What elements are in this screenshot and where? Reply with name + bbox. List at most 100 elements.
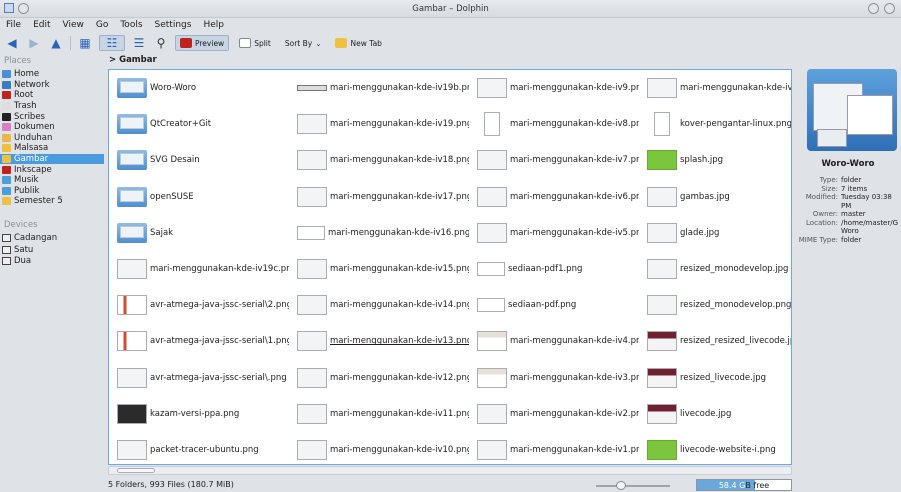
file-item[interactable]: livecode-website-i.png — [639, 432, 791, 464]
place-item[interactable]: Malsasa — [0, 143, 104, 154]
breadcrumb-current[interactable]: Gambar — [119, 55, 157, 65]
horizontal-scrollbar[interactable] — [108, 466, 792, 475]
file-item[interactable]: mari-menggunakan-kde-iv14.png — [289, 287, 469, 323]
folder-item[interactable]: SVG Desain — [109, 142, 289, 178]
device-item[interactable]: Cadangan — [0, 233, 104, 245]
information-panel: Woro-Woro Type: folder Size: 7 items Modifie… — [795, 53, 901, 492]
file-item[interactable]: mari-menggunakan-kde-iv.png — [639, 70, 791, 106]
file-item[interactable]: resized_resized_livecode.jpg — [639, 323, 791, 359]
file-item[interactable]: mari-menggunakan-kde-iv17.png — [289, 179, 469, 215]
place-item[interactable]: Trash — [0, 101, 104, 112]
file-item[interactable]: mari-menggunakan-kde-iv1.png — [469, 432, 639, 464]
place-item[interactable]: Scribes — [0, 111, 104, 122]
file-item[interactable]: mari-menggunakan-kde-iv15.png — [289, 251, 469, 287]
file-item[interactable]: mari-menggunakan-kde-iv7.png — [469, 142, 639, 178]
file-item[interactable]: gambas.jpg — [639, 179, 791, 215]
scrollbar-thumb[interactable] — [117, 468, 155, 473]
place-item[interactable]: Musik — [0, 175, 104, 186]
zoom-slider-knob[interactable] — [616, 481, 626, 490]
place-item[interactable]: Root — [0, 90, 104, 101]
file-item[interactable]: resized_livecode.jpg — [639, 360, 791, 396]
file-name: Woro-Woro — [150, 83, 197, 94]
file-item[interactable]: glade.jpg — [639, 215, 791, 251]
split-button[interactable]: Split — [235, 35, 275, 51]
place-item[interactable]: Unduhan — [0, 133, 104, 144]
file-item[interactable]: mari-menggunakan-kde-iv19c.png — [109, 251, 289, 287]
folder-item[interactable]: QtCreator+Git — [109, 106, 289, 142]
file-item[interactable]: mari-menggunakan-kde-iv5.png — [469, 215, 639, 251]
new-tab-button[interactable]: New Tab — [331, 35, 385, 51]
menu-go[interactable]: Go — [96, 18, 108, 33]
info-key: Modified: — [805, 193, 838, 201]
file-item[interactable]: mari-menggunakan-kde-iv9.png — [469, 70, 639, 106]
sort-by-button[interactable]: Sort By ⌄ — [281, 35, 326, 51]
file-item[interactable]: mari-menggunakan-kde-iv16.png — [289, 215, 469, 251]
file-item[interactable]: mari-menggunakan-kde-iv4.png — [469, 323, 639, 359]
find-icon[interactable]: ⚲ — [153, 36, 169, 50]
file-item[interactable]: sediaan-pdf1.png — [469, 251, 639, 287]
minimize-icon[interactable] — [868, 3, 879, 14]
menu-settings[interactable]: Settings — [155, 18, 192, 33]
file-item[interactable]: kover-pengantar-linux.png — [639, 106, 791, 142]
device-item[interactable]: Satu — [0, 244, 104, 256]
image-thumbnail — [117, 367, 147, 388]
menu-tools[interactable]: Tools — [120, 18, 142, 33]
file-item[interactable]: resized_monodevelop.jpg — [639, 251, 791, 287]
menu-help[interactable]: Help — [203, 18, 224, 33]
folder-item[interactable]: openSUSE — [109, 179, 289, 215]
file-item[interactable]: resized_monodevelop.png — [639, 287, 791, 323]
compact-view-button[interactable]: ☷ — [99, 35, 125, 51]
place-item[interactable]: Inkscape — [0, 164, 104, 175]
maximize-icon[interactable] — [884, 3, 895, 14]
file-item[interactable]: splash.jpg — [639, 142, 791, 178]
preview-button[interactable]: Preview — [175, 35, 230, 51]
file-item[interactable]: packet-tracer-ubuntu.png — [109, 432, 289, 464]
file-item[interactable]: avr-atmega-java-jssc-serial\.png — [109, 360, 289, 396]
place-item[interactable]: Dokumen — [0, 122, 104, 133]
device-item[interactable]: Dua — [0, 256, 104, 268]
file-item[interactable]: livecode.jpg — [639, 396, 791, 432]
file-name: avr-atmega-java-jssc-serial\1.png — [150, 336, 289, 347]
icons-view-icon[interactable]: ▦ — [77, 36, 93, 50]
file-item[interactable]: mari-menggunakan-kde-iv8.png — [469, 106, 639, 142]
file-item[interactable]: mari-menggunakan-kde-iv2.png — [469, 396, 639, 432]
free-space-suffix: B free — [745, 481, 770, 490]
place-item[interactable]: Gambar — [0, 153, 104, 165]
file-item[interactable]: mari-menggunakan-kde-iv11.png — [289, 396, 469, 432]
place-item[interactable]: Network — [0, 80, 104, 91]
place-label: Publik — [14, 185, 40, 196]
file-name: mari-menggunakan-kde-iv18.png — [330, 155, 469, 166]
file-item[interactable]: mari-menggunakan-kde-iv19.png — [289, 106, 469, 142]
file-item[interactable]: avr-atmega-java-jssc-serial\2.png — [109, 287, 289, 323]
file-item[interactable]: kazam-versi-ppa.png — [109, 396, 289, 432]
file-item[interactable]: mari-menggunakan-kde-iv3.png — [469, 360, 639, 396]
device-label: Cadangan — [14, 233, 58, 244]
menu-file[interactable]: File — [6, 18, 21, 33]
folder-item[interactable]: Woro-Woro — [109, 70, 289, 106]
place-item[interactable]: Semester 5 — [0, 196, 104, 207]
place-item[interactable]: Publik — [0, 186, 104, 197]
file-view[interactable]: Woro-Woro mari-menggunakan-kde-iv19b.png m… — [108, 69, 792, 465]
file-item[interactable]: avr-atmega-java-jssc-serial\1.png — [109, 323, 289, 359]
file-item[interactable]: sediaan-pdf.png — [469, 287, 639, 323]
file-item[interactable]: mari-menggunakan-kde-iv19b.png — [289, 70, 469, 106]
file-name: livecode.jpg — [680, 408, 732, 419]
file-item[interactable]: mari-menggunakan-kde-iv12.png — [289, 360, 469, 396]
back-icon[interactable]: ◀ — [4, 36, 20, 50]
file-item[interactable]: mari-menggunakan-kde-iv13.png — [289, 323, 469, 359]
folder-item[interactable]: Sajak — [109, 215, 289, 251]
image-thumbnail — [297, 259, 327, 280]
forward-icon[interactable]: ▶ — [26, 36, 42, 50]
file-item[interactable]: mari-menggunakan-kde-iv18.png — [289, 142, 469, 178]
breadcrumb[interactable]: > Gambar — [105, 53, 793, 68]
details-view-icon[interactable]: ☰ — [131, 36, 147, 50]
file-item[interactable]: mari-menggunakan-kde-iv10.png — [289, 432, 469, 464]
file-name: mari-menggunakan-kde-iv19b.png — [330, 83, 469, 94]
file-item[interactable]: mari-menggunakan-kde-iv6.png — [469, 179, 639, 215]
menu-edit[interactable]: Edit — [33, 18, 50, 33]
zoom-slider[interactable] — [596, 481, 670, 490]
file-name: mari-menggunakan-kde-iv6.png — [510, 191, 639, 202]
place-item[interactable]: Home — [0, 69, 104, 80]
up-icon[interactable]: ▲ — [48, 36, 64, 50]
menu-view[interactable]: View — [63, 18, 84, 33]
